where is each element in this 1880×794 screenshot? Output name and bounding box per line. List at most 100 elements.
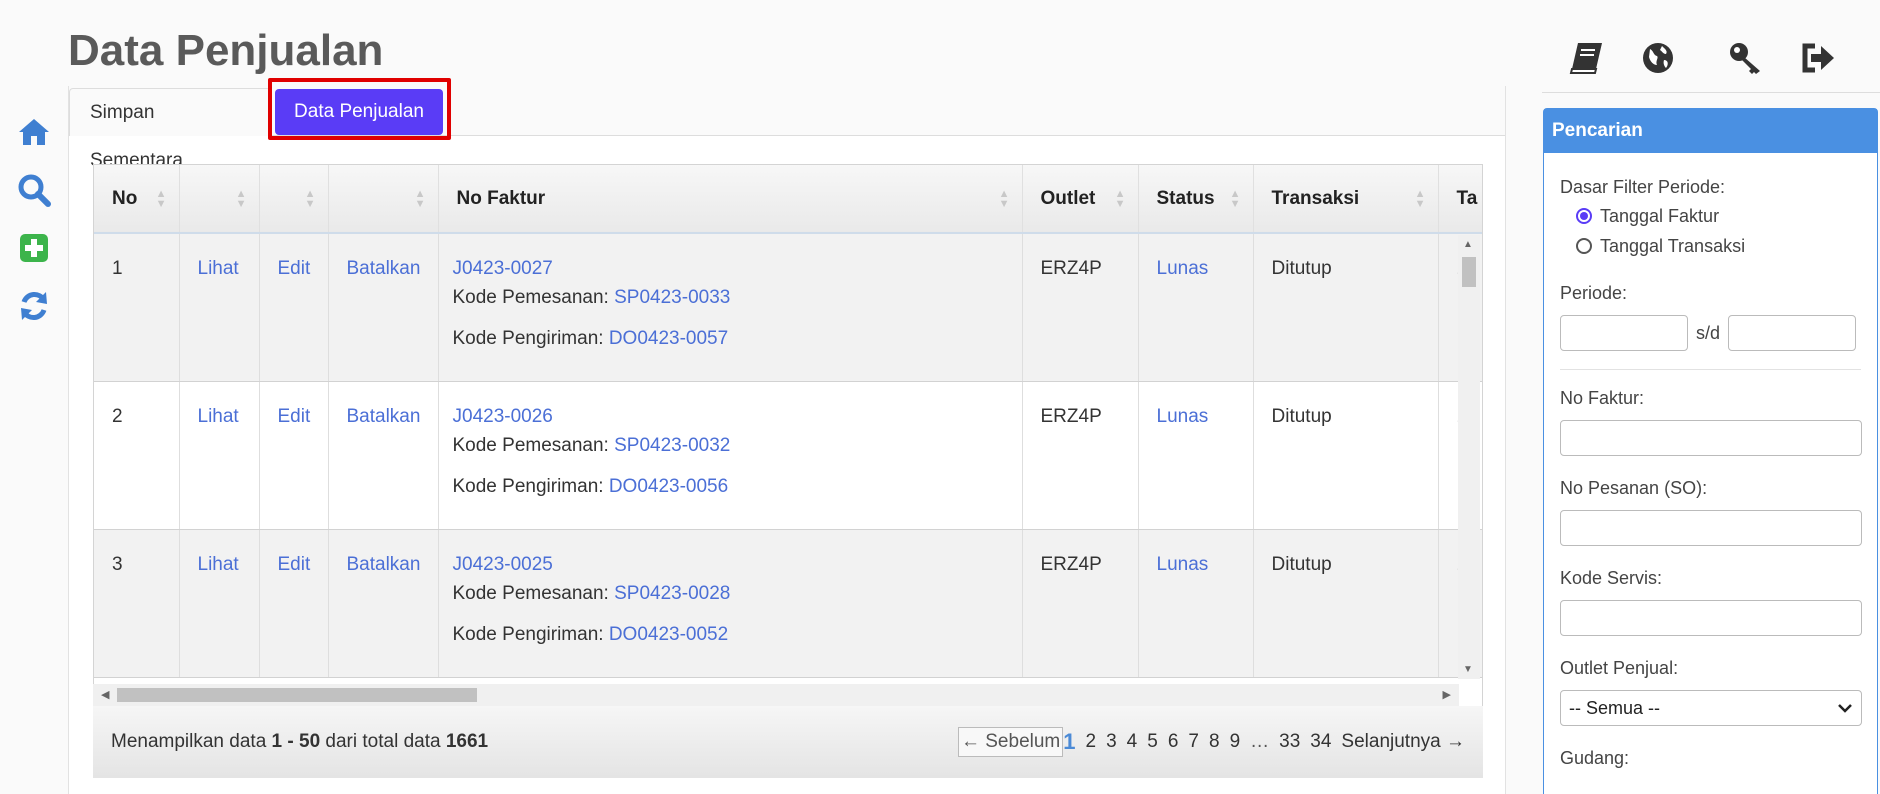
periode-label: Periode:	[1560, 283, 1628, 303]
plus-square-icon	[20, 234, 48, 262]
cancel-link[interactable]: Batalkan	[347, 554, 421, 575]
page-link[interactable]: 33	[1279, 731, 1300, 753]
cell-outlet: ERZ4P	[1022, 233, 1139, 382]
add-button[interactable]	[14, 228, 54, 268]
cancel-link[interactable]: Batalkan	[347, 406, 421, 427]
pengiriman-label: Kode Pengiriman:	[452, 328, 604, 349]
search-button[interactable]	[14, 170, 54, 210]
password-button[interactable]	[1724, 36, 1768, 80]
faktur-link[interactable]: J0423-0025	[453, 554, 553, 575]
table-header-row: No ▲ ▼ ▲ ▼ ▲ ▼ ▲ ▼ No Faktur ▲ ▼ Outlet ▲ ▼ Statu…	[94, 165, 1482, 234]
pemesanan-link[interactable]: SP0423-0028	[614, 583, 730, 604]
cell-no: 2	[94, 381, 180, 530]
header-edit[interactable]: ▲ ▼	[259, 165, 329, 234]
pemesanan-label: Kode Pemesanan:	[452, 434, 609, 456]
home-button[interactable]	[14, 112, 54, 152]
outlet-label: Outlet Penjual:	[1560, 658, 1679, 678]
sort-icon: ▲ ▼	[998, 188, 1010, 210]
no-pesanan-label: No Pesanan (SO):	[1560, 478, 1708, 498]
vertical-scrollbar[interactable]: ▲ ▼	[1458, 235, 1480, 679]
kode-servis-input[interactable]	[1560, 600, 1862, 636]
pemesanan-link[interactable]: SP0423-0033	[614, 287, 730, 308]
periode-end-input[interactable]	[1728, 315, 1857, 351]
status-link[interactable]: Lunas	[1157, 554, 1209, 575]
scroll-up-arrow[interactable]: ▲	[1463, 239, 1473, 250]
header-status[interactable]: Status ▲ ▼	[1138, 165, 1254, 234]
next-page-button[interactable]: Selanjutnya →	[1341, 731, 1465, 753]
header-tanggal[interactable]: Ta	[1438, 165, 1482, 234]
edit-link[interactable]: Edit	[278, 554, 311, 575]
periode-start-input[interactable]	[1560, 315, 1688, 351]
kode-servis-label: Kode Servis:	[1560, 568, 1663, 588]
header-faktur[interactable]: No Faktur ▲ ▼	[438, 165, 1023, 234]
page-link[interactable]: 3	[1106, 731, 1117, 753]
header-batal[interactable]: ▲ ▼	[328, 165, 439, 234]
radio-tanggal-faktur[interactable]: Tanggal Faktur	[1576, 201, 1861, 231]
logout-button[interactable]	[1796, 36, 1840, 80]
scroll-right-arrow[interactable]: ▶	[1443, 688, 1451, 701]
sort-icon: ▲ ▼	[304, 188, 316, 210]
view-link[interactable]: Lihat	[198, 258, 239, 279]
top-toolbar	[1536, 36, 1840, 80]
gudang-label: Gudang:	[1560, 748, 1630, 768]
manual-button[interactable]	[1564, 36, 1608, 80]
page-title: Data Penjualan	[68, 26, 384, 75]
faktur-link[interactable]: J0423-0027	[453, 258, 553, 279]
horizontal-scroll-thumb[interactable]	[117, 688, 477, 702]
faktur-link[interactable]: J0423-0026	[453, 406, 553, 427]
page-ellipsis: …	[1250, 731, 1270, 752]
search-panel-title: Pencarian	[1544, 109, 1877, 153]
pengiriman-label: Kode Pengiriman:	[452, 475, 604, 497]
page-link[interactable]: 8	[1209, 731, 1220, 753]
cancel-link[interactable]: Batalkan	[347, 258, 421, 279]
sort-icon: ▲ ▼	[1414, 188, 1426, 210]
page-link[interactable]: 4	[1127, 731, 1138, 753]
page-link[interactable]: 9	[1230, 731, 1241, 753]
page-link[interactable]: 7	[1188, 731, 1199, 753]
status-link[interactable]: Lunas	[1157, 258, 1209, 279]
top-divider	[1542, 92, 1880, 93]
header-no[interactable]: No ▲ ▼	[94, 165, 180, 234]
header-lihat[interactable]: ▲ ▼	[179, 165, 260, 234]
horizontal-scrollbar[interactable]: ◀ ▶	[93, 684, 1459, 706]
cell-no: 1	[94, 233, 180, 382]
outlet-select[interactable]: -- Semua --	[1560, 690, 1862, 726]
radio-tanggal-transaksi[interactable]: Tanggal Transaksi	[1576, 231, 1861, 261]
sort-icon: ▲ ▼	[235, 188, 247, 210]
record-range: 1 - 50	[271, 731, 321, 752]
edit-link[interactable]: Edit	[278, 406, 311, 427]
edit-link[interactable]: Edit	[278, 258, 311, 279]
pemesanan-label: Kode Pemesanan:	[452, 582, 609, 604]
refresh-button[interactable]	[14, 286, 54, 326]
no-pesanan-input[interactable]	[1560, 510, 1862, 546]
pengiriman-link[interactable]: DO0423-0052	[609, 624, 728, 645]
tab-data-penjualan[interactable]: Data Penjualan	[275, 89, 443, 135]
search-icon	[18, 174, 51, 207]
page-link[interactable]: 6	[1168, 731, 1179, 753]
pemesanan-link[interactable]: SP0423-0032	[614, 435, 730, 456]
key-icon	[1730, 43, 1760, 74]
cell-transaksi: Ditutup	[1253, 529, 1439, 678]
table-row: 3 Lihat Edit Batalkan J0423-0025 Kode Pe…	[94, 529, 1482, 678]
header-outlet[interactable]: Outlet ▲ ▼	[1022, 165, 1139, 234]
scroll-down-arrow[interactable]: ▼	[1463, 664, 1473, 675]
pengiriman-link[interactable]: DO0423-0057	[609, 328, 728, 349]
tab-simpan-sementara[interactable]: Simpan Sementara	[69, 88, 271, 171]
page-link[interactable]: 34	[1310, 731, 1331, 753]
globe-icon	[1643, 43, 1673, 73]
pengiriman-link[interactable]: DO0423-0056	[609, 476, 728, 497]
record-info: Menampilkan data 1 - 50 dari total data …	[111, 731, 489, 752]
header-transaksi[interactable]: Transaksi ▲ ▼	[1253, 165, 1439, 234]
prev-page-button[interactable]: ← Sebelum	[957, 727, 1064, 757]
no-faktur-input[interactable]	[1560, 420, 1862, 456]
scroll-left-arrow[interactable]: ◀	[101, 688, 109, 701]
status-link[interactable]: Lunas	[1157, 406, 1209, 427]
sort-icon: ▲ ▼	[414, 188, 426, 210]
page-link[interactable]: 5	[1147, 731, 1158, 753]
view-link[interactable]: Lihat	[198, 406, 239, 427]
vertical-scroll-thumb[interactable]	[1462, 257, 1476, 287]
page-link[interactable]: 2	[1086, 731, 1097, 753]
language-button[interactable]	[1636, 36, 1680, 80]
cell-outlet: ERZ4P	[1022, 381, 1139, 530]
view-link[interactable]: Lihat	[198, 554, 239, 575]
